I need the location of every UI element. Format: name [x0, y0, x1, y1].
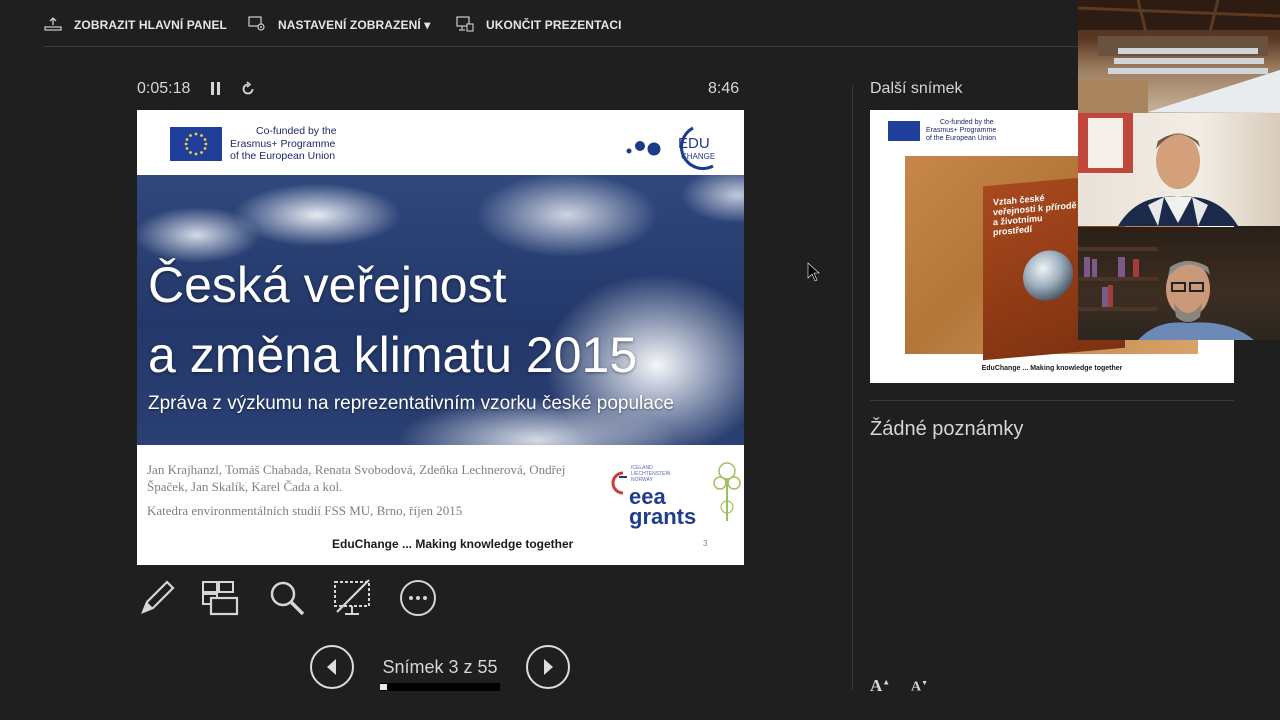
slide-department: Katedra environmentálních studií FSS MU,…: [147, 503, 463, 518]
mouse-pointer-icon: [807, 262, 821, 287]
slides-grid-icon[interactable]: [201, 578, 241, 618]
pause-timer-icon[interactable]: [210, 82, 222, 96]
slide-title-line-1: Česká veřejnost: [148, 257, 507, 313]
pane-divider[interactable]: [852, 85, 853, 690]
slide-title: Česká veřejnost a změna klimatu 2015: [148, 250, 637, 390]
previous-slide-icon: [327, 659, 336, 675]
screen-off-icon[interactable]: [333, 578, 373, 618]
end-show-label: UKONČIT PREZENTACI: [486, 18, 622, 32]
next-slide-label: Další snímek: [870, 80, 963, 97]
speaker-notes[interactable]: Žádné poznámky: [870, 418, 1023, 441]
video-feed-participant-1: [1078, 113, 1280, 226]
slide-header: Co-funded by the Erasmus+ Programme of t…: [137, 110, 744, 175]
presenter-tools: [137, 578, 457, 620]
eu-text-line-2: Erasmus+ Programme: [230, 137, 336, 150]
slide-cloud-background: Česká veřejnost a změna klimatu 2015 Zpr…: [137, 175, 744, 445]
current-slide: Co-funded by the Erasmus+ Programme of t…: [137, 110, 744, 565]
toolbar-divider: [44, 46, 1078, 47]
book-title: Vztah české veřejnosti k přírodě a život…: [993, 192, 1077, 238]
video-feed-lecture-hall: [1078, 0, 1280, 113]
slide-page-number: 3: [703, 539, 708, 548]
slide-authors: Jan Krajhanzl, Tomáš Chabada, Renata Svo…: [147, 462, 566, 494]
decrease-font-button[interactable]: A▼: [911, 679, 928, 696]
display-settings-label: NASTAVENÍ ZOBRAZENÍ ▾: [278, 18, 431, 32]
notes-divider: [870, 400, 1234, 401]
educhange-logo: EDU CHANGE: [623, 122, 723, 179]
show-taskbar-button[interactable]: ZOBRAZIT HLAVNÍ PANEL: [44, 14, 227, 36]
slide-progress-bar: [380, 683, 500, 691]
more-options-icon[interactable]: [399, 578, 439, 618]
svg-text:EDU: EDU: [678, 135, 710, 152]
end-show-icon: [456, 15, 474, 35]
next-eu-text: Co-funded by the Erasmus+ Programme of t…: [926, 119, 997, 142]
next-eu-flag-icon: [888, 121, 920, 141]
eu-text-line-3: of the European Union: [230, 150, 336, 162]
svg-text:CHANGE: CHANGE: [681, 152, 715, 161]
eea-grants-wordmark: eea grants: [629, 484, 697, 529]
slide-progress-fill: [380, 684, 387, 690]
display-settings-button[interactable]: NASTAVENÍ ZOBRAZENÍ ▾: [248, 14, 430, 36]
tree-logo-icon: [713, 459, 741, 528]
previous-slide-button[interactable]: [310, 645, 354, 689]
display-settings-icon: [248, 15, 266, 35]
presenter-toolbar: ZOBRAZIT HLAVNÍ PANEL NASTAVENÍ ZOBRAZEN…: [0, 0, 1078, 50]
end-show-button[interactable]: UKONČIT PREZENTACI: [456, 14, 622, 36]
slide-subtitle: Zpráva z výzkumu na reprezentativním vzo…: [148, 393, 674, 414]
current-time: 8:46: [708, 80, 740, 97]
glass-globe-icon: [1023, 248, 1073, 303]
next-slide-icon: [544, 659, 553, 675]
eu-text-line-1: Co-funded by the: [256, 125, 337, 137]
taskbar-icon: [44, 16, 62, 34]
eu-cofunded-text: Co-funded by the Erasmus+ Programme of t…: [230, 125, 337, 163]
pen-icon[interactable]: [137, 578, 177, 618]
eu-flag-icon: [170, 127, 222, 161]
slide-footer: Jan Krajhanzl, Tomáš Chabada, Renata Svo…: [137, 445, 744, 565]
zoom-icon[interactable]: [267, 578, 307, 618]
elapsed-timer: 0:05:18: [137, 80, 191, 97]
eea-countries: ICELAND LIECHTENSTEIN NORWAY: [631, 465, 671, 483]
increase-font-button[interactable]: A▲: [870, 676, 890, 696]
slide-counter: Snímek 3 z 55: [382, 657, 498, 677]
next-slide-tagline: EduChange ... Making knowledge together: [981, 365, 1123, 372]
show-taskbar-label: ZOBRAZIT HLAVNÍ PANEL: [74, 18, 227, 32]
restart-timer-icon[interactable]: [240, 81, 256, 102]
next-slide-button[interactable]: [526, 645, 570, 689]
slide-navigation: Snímek 3 z 55: [310, 645, 572, 695]
slide-tagline: EduChange ... Making knowledge together: [332, 537, 574, 551]
slide-title-line-2: a změna klimatu 2015: [148, 327, 638, 383]
video-feed-participant-2: [1078, 227, 1280, 340]
